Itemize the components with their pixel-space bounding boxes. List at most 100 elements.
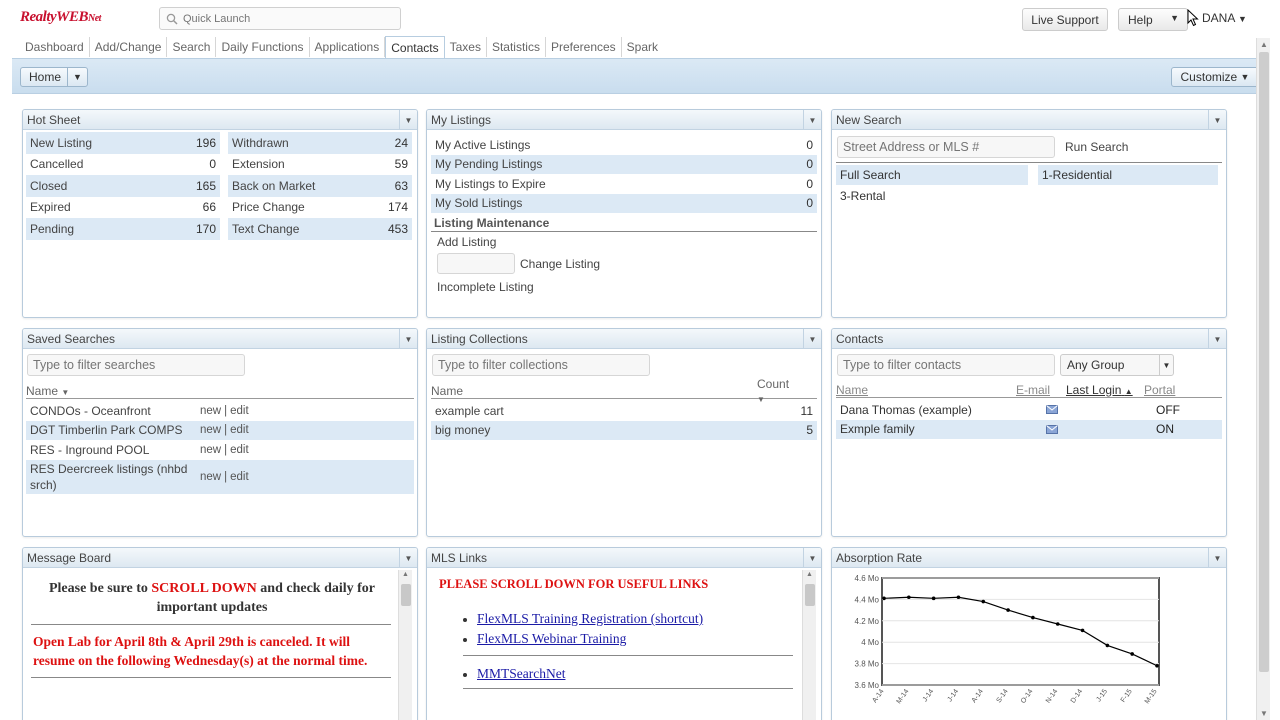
my-listings-label[interactable]: My Sold Listings bbox=[435, 196, 806, 210]
saved-search-name[interactable]: DGT Timberlin Park COMPS bbox=[30, 422, 200, 438]
user-menu[interactable]: DANA ▼ bbox=[1202, 11, 1247, 25]
email-column-header[interactable]: E-mail bbox=[1016, 383, 1066, 397]
hot-sheet-row[interactable]: New Listing 196 bbox=[26, 132, 220, 154]
email-icon[interactable] bbox=[1046, 424, 1156, 434]
filter-contacts-input[interactable] bbox=[837, 354, 1055, 376]
contact-name[interactable]: Exmple family bbox=[840, 422, 1046, 436]
hot-sheet-label[interactable]: Pending bbox=[30, 222, 196, 236]
edit-link[interactable]: edit bbox=[230, 424, 249, 436]
saved-search-row[interactable]: DGT Timberlin Park COMPS new | edit bbox=[26, 420, 414, 440]
help-button[interactable]: Help ▼ bbox=[1118, 8, 1188, 31]
tab-applications[interactable]: Applications bbox=[310, 37, 386, 57]
contact-row[interactable]: Exmple family ON bbox=[836, 419, 1222, 439]
widget-menu-icon[interactable]: ▼ bbox=[1208, 548, 1226, 568]
hot-sheet-row[interactable]: Withdrawn 24 bbox=[228, 132, 412, 154]
hot-sheet-label[interactable]: Expired bbox=[30, 200, 203, 214]
address-mls-input[interactable] bbox=[837, 136, 1055, 158]
my-listings-label[interactable]: My Pending Listings bbox=[435, 157, 806, 171]
name-column-header[interactable]: Name bbox=[431, 384, 757, 398]
saved-search-row[interactable]: RES Deercreek listings (nhbd srch) new | ed… bbox=[26, 459, 414, 494]
hot-sheet-label[interactable]: Cancelled bbox=[30, 157, 209, 171]
widget-menu-icon[interactable]: ▼ bbox=[399, 110, 417, 130]
contact-row[interactable]: Dana Thomas (example) OFF bbox=[836, 400, 1222, 420]
saved-search-name[interactable]: RES - Inground POOL bbox=[30, 442, 200, 458]
scroll-up-icon[interactable]: ▲ bbox=[1260, 40, 1268, 49]
hot-sheet-label[interactable]: Back on Market bbox=[232, 179, 395, 193]
hot-sheet-row[interactable]: Cancelled 0 bbox=[26, 154, 220, 176]
hot-sheet-label[interactable]: Extension bbox=[232, 157, 395, 171]
edit-link[interactable]: edit bbox=[230, 471, 249, 483]
tab-preferences[interactable]: Preferences bbox=[546, 37, 622, 57]
name-column-header[interactable]: Name ▼ bbox=[26, 384, 69, 398]
count-column-header[interactable]: Count ▼ bbox=[757, 377, 817, 405]
edit-link[interactable]: edit bbox=[230, 444, 249, 456]
hot-sheet-row[interactable]: Extension 59 bbox=[228, 154, 412, 176]
tab-dashboard[interactable]: Dashboard bbox=[20, 37, 90, 57]
widget-menu-icon[interactable]: ▼ bbox=[1208, 110, 1226, 130]
contact-name[interactable]: Dana Thomas (example) bbox=[840, 403, 1046, 417]
add-listing-link[interactable]: Add Listing bbox=[427, 232, 821, 250]
last-login-column-header[interactable]: Last Login ▲ bbox=[1066, 383, 1144, 397]
widget-menu-icon[interactable]: ▼ bbox=[1208, 329, 1226, 349]
portal-column-header[interactable]: Portal bbox=[1144, 383, 1175, 397]
hot-sheet-row[interactable]: Pending 170 bbox=[26, 218, 220, 240]
saved-search-row[interactable]: CONDOs - Oceanfront new | edit bbox=[26, 401, 414, 421]
hot-sheet-label[interactable]: Price Change bbox=[232, 200, 388, 214]
my-listings-label[interactable]: My Listings to Expire bbox=[435, 177, 806, 191]
scrollbar-thumb[interactable] bbox=[805, 584, 815, 606]
search-option-rental[interactable]: 1-Residential bbox=[1038, 165, 1218, 185]
my-listings-row[interactable]: My Sold Listings 0 bbox=[431, 193, 817, 213]
live-support-button[interactable]: Live Support bbox=[1022, 8, 1108, 31]
quick-launch-field[interactable] bbox=[159, 7, 401, 30]
new-link[interactable]: new bbox=[200, 444, 221, 456]
search-option-residential[interactable]: 3-Rental bbox=[832, 185, 1226, 207]
widget-menu-icon[interactable]: ▼ bbox=[399, 548, 417, 568]
filter-searches-input[interactable] bbox=[27, 354, 245, 376]
search-option-full[interactable]: Full Search bbox=[836, 165, 1028, 185]
chevron-down-icon[interactable]: ▼ bbox=[68, 72, 87, 82]
widget-menu-icon[interactable]: ▼ bbox=[803, 110, 821, 130]
quick-launch-input[interactable] bbox=[183, 12, 383, 25]
hot-sheet-label[interactable]: Text Change bbox=[232, 222, 388, 236]
mls-link[interactable]: MMTSearchNet bbox=[477, 666, 565, 681]
change-listing-button[interactable]: Change Listing bbox=[520, 257, 600, 271]
chevron-down-icon[interactable]: ▼ bbox=[1159, 355, 1173, 375]
new-link[interactable]: new bbox=[200, 405, 221, 417]
mls-link[interactable]: FlexMLS Webinar Training bbox=[477, 631, 626, 646]
message-board-scrollbar[interactable]: ▲ bbox=[398, 570, 412, 720]
tab-spark[interactable]: Spark bbox=[622, 37, 663, 57]
tab-add-change[interactable]: Add/Change bbox=[90, 37, 168, 57]
saved-search-name[interactable]: RES Deercreek listings (nhbd srch) bbox=[30, 461, 200, 493]
chevron-down-icon[interactable]: ▼ bbox=[1170, 13, 1179, 23]
saved-search-name[interactable]: CONDOs - Oceanfront bbox=[30, 403, 200, 419]
page-scrollbar[interactable]: ▲ ▼ bbox=[1256, 38, 1270, 720]
tab-taxes[interactable]: Taxes bbox=[445, 37, 487, 57]
filter-collections-input[interactable] bbox=[432, 354, 650, 376]
scroll-up-icon[interactable]: ▲ bbox=[806, 571, 813, 578]
scroll-down-icon[interactable]: ▼ bbox=[1260, 709, 1268, 718]
mls-links-scrollbar[interactable]: ▲ bbox=[802, 570, 816, 720]
email-icon[interactable] bbox=[1046, 405, 1156, 415]
collection-row[interactable]: example cart 11 bbox=[431, 401, 817, 421]
incomplete-listing-link[interactable]: Incomplete Listing bbox=[427, 274, 821, 294]
new-link[interactable]: new bbox=[200, 424, 221, 436]
collection-row[interactable]: big money 5 bbox=[431, 420, 817, 440]
widget-menu-icon[interactable]: ▼ bbox=[803, 548, 821, 568]
widget-menu-icon[interactable]: ▼ bbox=[399, 329, 417, 349]
tab-contacts[interactable]: Contacts bbox=[385, 36, 445, 58]
hot-sheet-row[interactable]: Text Change 453 bbox=[228, 218, 412, 240]
tab-statistics[interactable]: Statistics bbox=[487, 37, 546, 57]
name-column-header[interactable]: Name bbox=[836, 383, 1016, 397]
hot-sheet-label[interactable]: New Listing bbox=[30, 136, 196, 150]
hot-sheet-row[interactable]: Back on Market 63 bbox=[228, 175, 412, 197]
my-listings-row[interactable]: My Pending Listings 0 bbox=[431, 154, 817, 174]
new-link[interactable]: new bbox=[200, 471, 221, 483]
collection-name[interactable]: example cart bbox=[435, 404, 801, 418]
hot-sheet-label[interactable]: Withdrawn bbox=[232, 136, 395, 150]
collection-name[interactable]: big money bbox=[435, 423, 806, 437]
edit-link[interactable]: edit bbox=[230, 405, 249, 417]
change-listing-input[interactable] bbox=[437, 253, 515, 274]
tab-daily-functions[interactable]: Daily Functions bbox=[216, 37, 310, 57]
home-label[interactable]: Home bbox=[21, 68, 69, 86]
run-search-button[interactable]: Run Search bbox=[1065, 140, 1128, 154]
